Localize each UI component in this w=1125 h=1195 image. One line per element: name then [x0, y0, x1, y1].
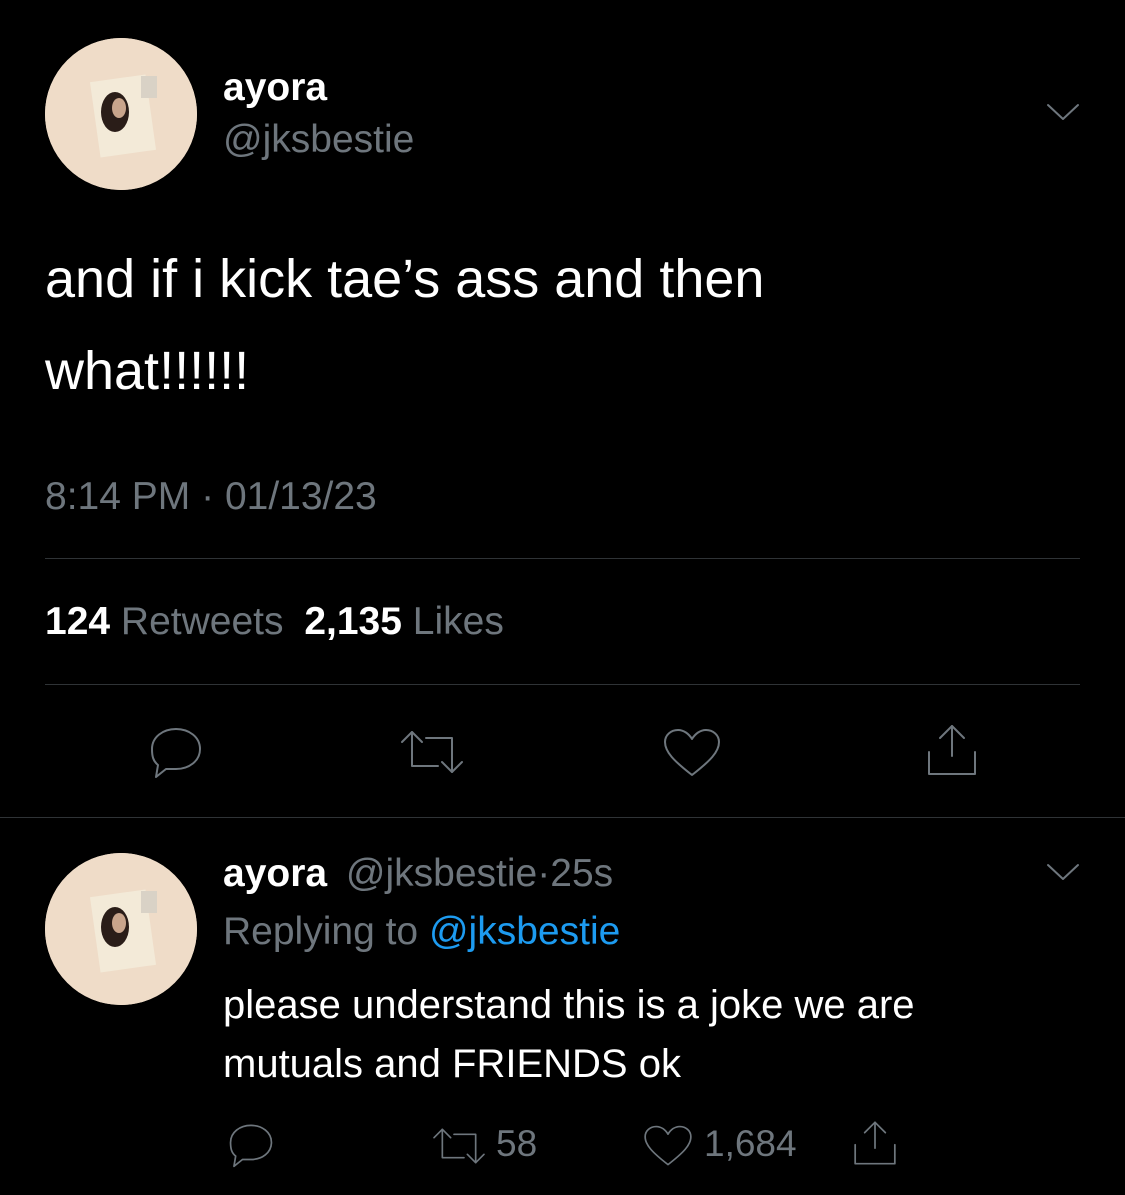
retweet-count: 124: [45, 600, 111, 643]
reply-retweet-count: 58: [496, 1123, 538, 1164]
retweet-label: Retweets: [120, 600, 284, 643]
time-separator: ·: [201, 475, 215, 518]
retweet-icon[interactable]: [398, 728, 466, 776]
replying-to-label: Replying to: [223, 910, 419, 953]
main-tweet-text-line2: what!!!!!!: [45, 341, 250, 401]
reply-text-line1: please understand this is a joke we are: [223, 983, 915, 1027]
main-tweet-avatar[interactable]: [45, 38, 197, 190]
like-stat[interactable]: 2,135 Likes: [304, 600, 504, 643]
tweet-separator: [0, 817, 1125, 818]
share-icon[interactable]: [923, 722, 981, 778]
reply-tweet-avatar[interactable]: [45, 853, 197, 1005]
reply-tweet-header: ayora @jksbestie·25s: [223, 852, 613, 896]
reply-icon[interactable]: [148, 725, 204, 779]
stats-bottom-divider: [45, 684, 1080, 685]
main-tweet-handle[interactable]: @jksbestie: [223, 118, 414, 162]
retweet-stat[interactable]: 124 Retweets: [45, 600, 294, 643]
tweet-date[interactable]: 01/13/23: [225, 475, 377, 518]
main-tweet-text-line1: and if i kick tae’s ass and then: [45, 249, 765, 309]
reply-action-reply-icon[interactable]: [227, 1122, 275, 1168]
reply-handle[interactable]: @jksbestie: [346, 852, 537, 895]
reply-age[interactable]: 25s: [550, 852, 613, 895]
reply-chevron-down-icon[interactable]: [1046, 862, 1080, 882]
main-tweet-timestamp: 8:14 PM · 01/13/23: [45, 475, 377, 519]
reply-text-line2: mutuals and FRIENDS ok: [223, 1042, 681, 1086]
replying-to-line: Replying to @jksbestie: [223, 910, 620, 954]
like-label: Likes: [412, 600, 504, 643]
main-tweet-display-name[interactable]: ayora: [223, 66, 327, 110]
like-count: 2,135: [304, 600, 402, 643]
chevron-down-icon[interactable]: [1046, 102, 1080, 122]
reply-like-count: 1,684: [704, 1123, 797, 1164]
reply-action-retweet-icon: [430, 1126, 488, 1166]
stats-top-divider: [45, 558, 1080, 559]
reply-action-share-icon[interactable]: [850, 1118, 900, 1168]
replying-to-handle[interactable]: @jksbestie: [429, 910, 620, 953]
tweet-time[interactable]: 8:14 PM: [45, 475, 190, 518]
reply-separator: ·: [537, 852, 551, 895]
main-tweet-stats: 124 Retweets 2,135 Likes: [45, 600, 504, 644]
reply-action-like-icon: [642, 1124, 694, 1168]
reply-display-name[interactable]: ayora: [223, 852, 327, 895]
like-icon[interactable]: [662, 727, 722, 779]
